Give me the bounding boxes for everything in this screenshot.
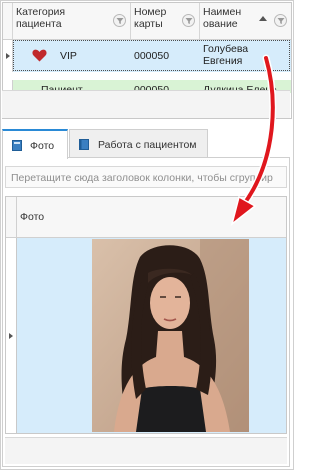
grid-footer-scroll[interactable] xyxy=(2,90,290,118)
tab-label: Фото xyxy=(30,140,55,152)
heart-icon xyxy=(32,49,47,65)
grid-header: Категория пациента Номер карты Наимен ов… xyxy=(3,3,291,40)
group-by-panel[interactable]: Перетащите сюда заголовок колонки, чтобы… xyxy=(5,166,287,188)
cell-category: VIP xyxy=(60,50,77,62)
column-header-photo[interactable]: Фото xyxy=(20,211,44,223)
patient-photo xyxy=(92,239,249,432)
tab-photo[interactable]: Фото xyxy=(2,129,68,159)
photo-grid-header: Фото xyxy=(6,197,286,238)
tab-notebook-icon xyxy=(79,139,89,150)
photo-grid: Фото xyxy=(5,196,287,434)
tab-photo-icon xyxy=(12,140,22,151)
column-header-name[interactable]: Наимен ование xyxy=(200,3,291,39)
tab-label: Работа с пациентом xyxy=(98,139,197,151)
row-gap xyxy=(3,72,291,80)
row-indicator-icon xyxy=(6,53,10,59)
row-indicator xyxy=(3,40,13,72)
cell-name: Голубева Евгения xyxy=(203,43,249,67)
filter-icon[interactable] xyxy=(182,14,195,27)
column-header-category[interactable]: Категория пациента xyxy=(13,3,131,39)
column-label: Наимен ование xyxy=(203,6,242,30)
column-label: Номер карты xyxy=(134,6,167,30)
filter-icon[interactable] xyxy=(113,14,126,27)
column-label: Категория пациента xyxy=(16,6,66,30)
row-indicator xyxy=(6,238,17,433)
table-row-selected[interactable]: VIP 000050 Голубева Евгения xyxy=(3,40,291,72)
filter-icon[interactable] xyxy=(274,14,287,27)
header-indicator xyxy=(3,3,13,39)
header-indicator xyxy=(6,197,17,237)
tab-patient-work[interactable]: Работа с пациентом xyxy=(69,129,208,157)
row-indicator-icon xyxy=(9,333,13,339)
sort-ascending-icon xyxy=(259,16,267,21)
group-by-hint: Перетащите сюда заголовок колонки, чтобы… xyxy=(11,172,273,184)
cell-card: 000050 xyxy=(134,50,170,62)
column-header-card[interactable]: Номер карты xyxy=(131,3,200,39)
photo-grid-footer xyxy=(5,437,287,464)
photo-row[interactable] xyxy=(6,238,286,433)
tab-panel-photo: Перетащите сюда заголовок колонки, чтобы… xyxy=(2,158,290,467)
